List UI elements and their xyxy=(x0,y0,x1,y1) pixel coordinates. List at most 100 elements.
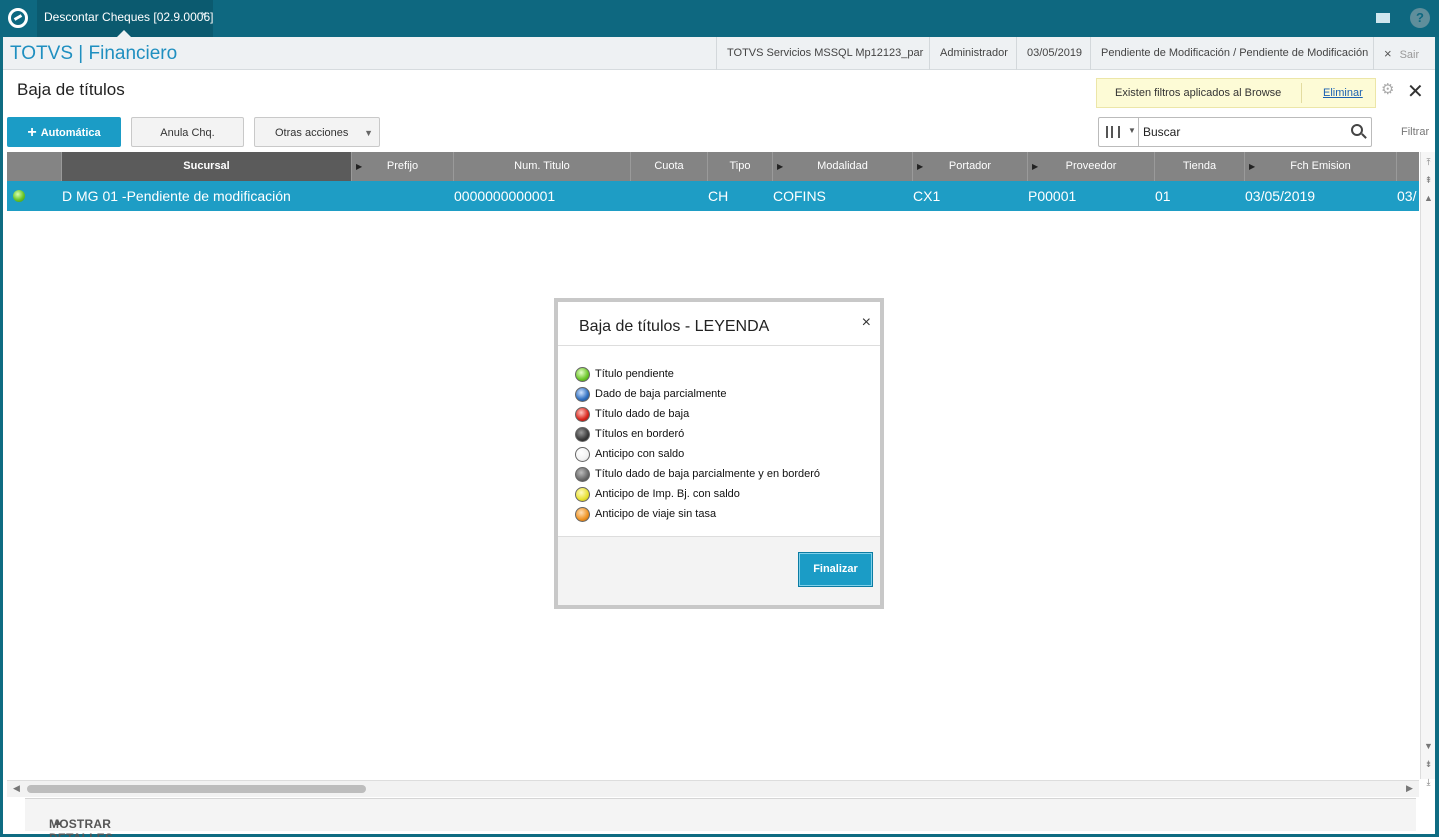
plus-icon: + xyxy=(27,124,37,141)
search-box: ▼ xyxy=(1098,117,1372,147)
legend-item-label: Título dado de baja xyxy=(595,408,690,420)
legend-close-icon[interactable]: × xyxy=(862,314,871,332)
table-row[interactable]: D MG 01 -Pendiente de modificación 00000… xyxy=(7,181,1419,211)
column-header-tienda[interactable]: Tienda xyxy=(1155,152,1245,181)
tab-label: Descontar Cheques [02.9.0006] xyxy=(44,10,214,24)
totvs-logo-icon[interactable] xyxy=(8,8,28,28)
scroll-left-icon[interactable]: ◀ xyxy=(13,783,20,794)
search-input[interactable] xyxy=(1143,123,1333,141)
tab-descontar-cheques[interactable]: Descontar Cheques [02.9.0006] × xyxy=(37,0,213,37)
column-header-sucursal[interactable]: Sucursal xyxy=(62,152,352,181)
exit-close-icon: × xyxy=(1384,46,1392,61)
vertical-scrollbar[interactable]: ⤒ ⇞ ▲ ▼ ⇟ ⤓ xyxy=(1420,152,1435,787)
finalizar-button[interactable]: Finalizar xyxy=(798,552,873,587)
otras-acciones-button[interactable]: Otras acciones ▼ xyxy=(254,117,380,147)
legend-item-label: Título dado de baja parcialmente y en bo… xyxy=(595,468,821,480)
column-arrow-icon: ▶ xyxy=(356,162,363,171)
column-header-modalidad[interactable]: ▶ Modalidad xyxy=(773,152,913,181)
cell-tipo: CH xyxy=(708,188,729,204)
status-green-icon xyxy=(13,190,25,202)
help-icon[interactable]: ? xyxy=(1410,8,1430,28)
automatica-button[interactable]: + Automática xyxy=(7,117,121,147)
exit-button[interactable]: × Sair xyxy=(1373,37,1429,70)
column-header-num-titulo[interactable]: Num. Titulo xyxy=(454,152,631,181)
legend-item-label: Dado de baja parcialmente xyxy=(595,388,727,400)
legend-item-label: Título pendiente xyxy=(595,368,674,380)
scroll-up-icon[interactable]: ▲ xyxy=(1423,192,1434,204)
legend-item-label: Anticipo con saldo xyxy=(595,448,685,460)
status-green-icon xyxy=(575,367,590,382)
environment-label: TOTVS Servicios MSSQL Mp12123_par xyxy=(716,37,933,70)
column-header-portador[interactable]: ▶ Portador xyxy=(913,152,1028,181)
chevron-up-icon: ▲ xyxy=(53,817,64,828)
legend-dialog: Baja de títulos - LEYENDA × Título pendi… xyxy=(554,298,884,609)
tab-close-icon[interactable]: × xyxy=(201,9,207,21)
chevron-down-icon: ▼ xyxy=(1128,126,1136,135)
scroll-page-down-icon[interactable]: ⇟ xyxy=(1423,758,1434,770)
status-blue-icon xyxy=(575,387,590,402)
column-header-tipo[interactable]: Tipo xyxy=(708,152,773,181)
cell-modalidad: COFINS xyxy=(773,188,826,204)
column-label: Fch Emision xyxy=(1290,160,1351,172)
column-header-prefijo[interactable]: ▶ Prefijo xyxy=(352,152,454,181)
column-selector-button[interactable]: ▼ xyxy=(1099,118,1139,146)
top-bar: Descontar Cheques [02.9.0006] × ? xyxy=(0,0,1439,37)
mail-icon[interactable] xyxy=(1373,8,1393,28)
filter-notice-text: Existen filtros aplicados al Browse xyxy=(1115,87,1282,99)
status-black-icon xyxy=(575,427,590,442)
column-label: Proveedor xyxy=(1065,160,1117,172)
status-grey-icon xyxy=(575,467,590,482)
automatica-label: Automática xyxy=(40,127,101,139)
column-label: Prefijo xyxy=(386,160,419,172)
cell-tienda: 01 xyxy=(1155,188,1171,204)
legend-dialog-title: Baja de títulos - LEYENDA xyxy=(579,318,770,335)
column-label: Portador xyxy=(948,160,992,172)
status-red-icon xyxy=(575,407,590,422)
columns-icon xyxy=(1106,126,1120,138)
column-arrow-icon: ▶ xyxy=(777,162,784,171)
cell-num-titulo: 0000000000001 xyxy=(454,188,556,204)
close-icon[interactable]: ✕ xyxy=(1407,79,1424,104)
status-yellow-icon xyxy=(575,487,590,502)
column-arrow-icon: ▶ xyxy=(1249,162,1256,171)
column-header-fch-emision[interactable]: ▶ Fch Emision xyxy=(1245,152,1397,181)
column-header-status xyxy=(7,152,62,181)
horizontal-scrollbar[interactable]: ◀ ▶ xyxy=(7,780,1419,797)
scroll-top-icon[interactable]: ⤒ xyxy=(1423,156,1434,168)
column-header-proveedor[interactable]: ▶ Proveedor xyxy=(1028,152,1155,181)
user-label: Administrador xyxy=(929,37,1018,70)
gear-icon[interactable]: ⚙ xyxy=(1381,82,1397,98)
filter-button[interactable]: Filtrar xyxy=(1401,126,1429,138)
filter-notice-divider xyxy=(1301,83,1302,103)
search-icon[interactable] xyxy=(1351,124,1363,136)
legend-item-label: Anticipo de Imp. Bj. con saldo xyxy=(595,488,740,500)
otras-acciones-label: Otras acciones xyxy=(275,127,349,139)
scroll-right-icon[interactable]: ▶ xyxy=(1406,783,1413,794)
scroll-down-icon[interactable]: ▼ xyxy=(1423,740,1434,752)
scroll-bottom-icon[interactable]: ⤓ xyxy=(1423,776,1434,788)
column-arrow-icon: ▶ xyxy=(917,162,924,171)
horizontal-scroll-thumb[interactable] xyxy=(27,785,366,793)
status-orange-icon xyxy=(575,507,590,522)
dropdown-caret-icon: ▼ xyxy=(364,128,373,138)
filter-notice: Existen filtros aplicados al Browse Elim… xyxy=(1096,78,1376,108)
app-header: TOTVS | Financiero TOTVS Servicios MSSQL… xyxy=(3,37,1435,70)
legend-item-label: Títulos en borderó xyxy=(595,428,685,440)
scroll-page-up-icon[interactable]: ⇞ xyxy=(1423,174,1434,186)
legend-dialog-footer: Finalizar xyxy=(558,536,880,605)
cell-sucursal: D MG 01 -Pendiente de modificación xyxy=(62,188,291,204)
anula-chq-button[interactable]: Anula Chq. xyxy=(131,117,244,147)
cell-fch-emision: 03/05/2019 xyxy=(1245,188,1316,204)
status-label: Pendiente de Modificación / Pendiente de… xyxy=(1090,37,1378,70)
cell-overflow: 03/ xyxy=(1397,188,1417,204)
grid-header: Sucursal ▶ Prefijo Num. Titulo Cuota Tipo… xyxy=(7,152,1419,181)
column-label: Modalidad xyxy=(817,160,868,172)
legend-dialog-header: Baja de títulos - LEYENDA × xyxy=(558,302,880,346)
details-footer[interactable]: MOSTRAR DETALLES ▲ xyxy=(25,798,1416,837)
column-arrow-icon: ▶ xyxy=(1032,162,1039,171)
legend-item-label: Anticipo de viaje sin tasa xyxy=(595,508,717,520)
tab-active-caret xyxy=(117,30,131,37)
column-header-cuota[interactable]: Cuota xyxy=(631,152,708,181)
remove-filter-link[interactable]: Eliminar xyxy=(1323,87,1363,99)
page-title: Baja de títulos xyxy=(17,80,125,99)
